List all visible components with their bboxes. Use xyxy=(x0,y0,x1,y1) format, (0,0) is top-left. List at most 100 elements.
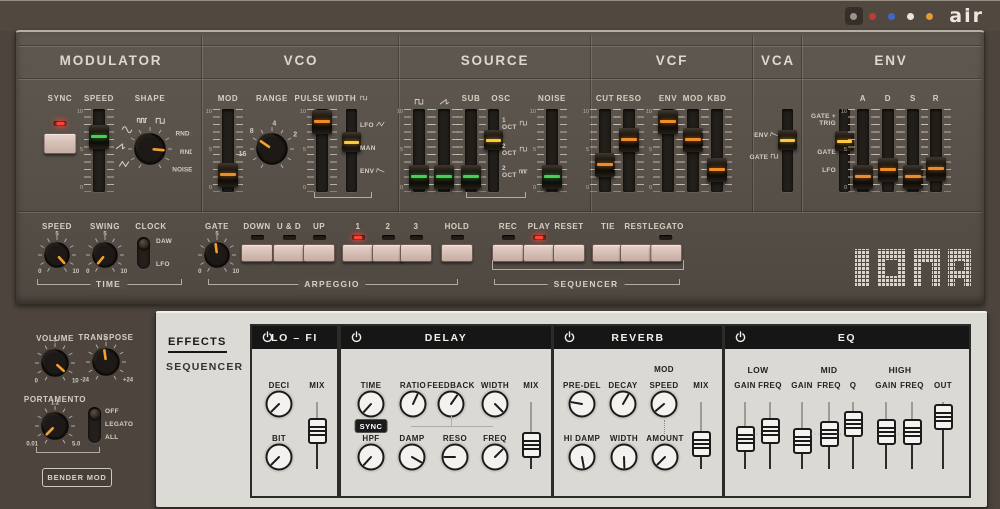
power-icon[interactable] xyxy=(734,331,747,344)
arp-button-3[interactable] xyxy=(400,244,432,262)
switch-option-label: 2 OCT xyxy=(502,143,528,157)
source-slider-0[interactable] xyxy=(413,109,425,192)
reso-knob[interactable] xyxy=(438,440,472,479)
eq-mid-q-slider[interactable] xyxy=(844,411,863,437)
svg-text:2: 2 xyxy=(293,132,297,139)
slider-handle[interactable] xyxy=(619,128,639,152)
dot-gray[interactable] xyxy=(850,13,857,20)
hi-damp-knob[interactable] xyxy=(565,440,599,479)
arp-button-1[interactable] xyxy=(342,244,374,262)
slider-stripe xyxy=(905,431,920,433)
source-slider-1[interactable] xyxy=(438,109,450,192)
vca-mode-switch: ENVGATE xyxy=(749,109,793,192)
vcf-cut-slider[interactable] xyxy=(599,109,611,192)
width-knob[interactable] xyxy=(607,440,641,479)
slider-handle[interactable] xyxy=(434,165,454,189)
env-r-slider[interactable] xyxy=(930,109,942,192)
env-s-slider[interactable] xyxy=(907,109,919,192)
modulator-speed-slider[interactable] xyxy=(93,109,105,192)
source-wave-icon xyxy=(439,92,450,110)
slider-handle[interactable] xyxy=(707,158,727,182)
reverb-mix-slider[interactable] xyxy=(692,431,711,457)
hpf-knob[interactable] xyxy=(354,440,388,479)
porta-option-off: OFF xyxy=(105,408,119,415)
width-knob[interactable] xyxy=(478,387,512,426)
arp-button-hold[interactable] xyxy=(441,244,473,262)
slider-handle[interactable] xyxy=(903,165,923,189)
source-slider-2[interactable] xyxy=(465,109,477,192)
eq-out-slider[interactable] xyxy=(934,404,953,430)
arp-button-ud[interactable] xyxy=(273,244,305,262)
freq-knob[interactable] xyxy=(478,440,512,479)
eq-high-freq-slider[interactable] xyxy=(903,419,922,445)
tab-sequencer[interactable]: SEQUENCER xyxy=(166,361,243,373)
switch-option-text: GATE xyxy=(750,154,769,161)
led-area xyxy=(660,231,673,244)
led-off xyxy=(283,235,296,240)
slider-handle[interactable] xyxy=(542,165,562,189)
dot-white[interactable] xyxy=(907,13,914,20)
sync-button[interactable] xyxy=(44,133,77,154)
shape-label: SHAPE xyxy=(135,94,166,103)
dot-blue[interactable] xyxy=(888,13,895,20)
switch-handle[interactable] xyxy=(778,130,797,150)
vca-mode-switch[interactable] xyxy=(782,109,793,192)
range-knob[interactable]: 16842 xyxy=(234,111,310,192)
eq-mid-gain-slider[interactable] xyxy=(793,428,812,454)
arp-button-1: 1 xyxy=(342,222,374,262)
slider-handle[interactable] xyxy=(89,125,109,149)
bender-mod-button[interactable]: BENDER MOD xyxy=(42,468,112,487)
decay-knob[interactable] xyxy=(606,387,640,426)
ratio-knob[interactable] xyxy=(396,387,430,426)
slider-handle[interactable] xyxy=(878,158,898,182)
eq-low-freq-slider[interactable] xyxy=(761,418,780,444)
scale-number: 0 xyxy=(209,185,212,191)
vcf-kbd-slider[interactable] xyxy=(711,109,723,192)
dot-red[interactable] xyxy=(869,13,876,20)
porta-mode-toggle-knob[interactable] xyxy=(90,409,100,419)
porta-mode-toggle[interactable] xyxy=(88,407,101,443)
arp-button-up[interactable] xyxy=(303,244,335,262)
clock-toggle[interactable] xyxy=(137,237,150,269)
slider-handle[interactable] xyxy=(409,165,429,189)
power-icon[interactable] xyxy=(261,331,274,344)
amount-knob[interactable] xyxy=(648,440,682,479)
scale-number: 10 xyxy=(530,109,536,115)
slider-stripe xyxy=(822,437,837,439)
lofi-mix-slider[interactable] xyxy=(308,418,327,444)
vcf-mod-slider[interactable] xyxy=(687,109,699,192)
slider-handle[interactable] xyxy=(461,165,481,189)
vcf-reso-slider[interactable] xyxy=(623,109,635,192)
slider-handle[interactable] xyxy=(853,165,873,189)
pw-mode-switch[interactable] xyxy=(346,109,357,192)
delay-mix-slider[interactable] xyxy=(522,432,541,458)
slider-handle[interactable] xyxy=(312,110,332,134)
shape-knob[interactable]: RND 1RND 2NOISE xyxy=(108,107,192,196)
slider-handle[interactable] xyxy=(683,128,703,152)
power-icon[interactable] xyxy=(350,331,363,344)
portamento-knob[interactable]: 0.011.25.0 xyxy=(19,390,91,467)
deci-knob[interactable] xyxy=(262,387,296,426)
tab-effects[interactable]: EFFECTS xyxy=(168,336,227,353)
env-a-slider[interactable] xyxy=(857,109,869,192)
switch-handle[interactable] xyxy=(484,130,503,150)
damp-knob[interactable] xyxy=(395,440,429,479)
noise-slider[interactable] xyxy=(546,109,558,192)
slider-handle[interactable] xyxy=(926,157,946,181)
dot-orange[interactable] xyxy=(926,13,933,20)
vcf-env-slider[interactable] xyxy=(662,109,674,192)
bit-knob[interactable] xyxy=(262,440,296,479)
slider-handle[interactable] xyxy=(658,110,678,134)
power-icon[interactable] xyxy=(563,331,576,344)
pulse-width-slider[interactable] xyxy=(316,109,328,192)
clock-toggle-knob[interactable] xyxy=(139,239,149,249)
env-d-slider[interactable] xyxy=(882,109,894,192)
slider-handle[interactable] xyxy=(595,153,615,177)
switch-handle[interactable] xyxy=(342,132,361,152)
osc-mode-switch[interactable] xyxy=(488,109,499,192)
vco-mod-slider[interactable] xyxy=(222,109,234,192)
button-label: 3 xyxy=(414,222,419,231)
pre-del-knob[interactable] xyxy=(565,387,599,426)
arp-button-down[interactable] xyxy=(241,244,273,262)
switch-option-label: GATE xyxy=(750,153,779,161)
